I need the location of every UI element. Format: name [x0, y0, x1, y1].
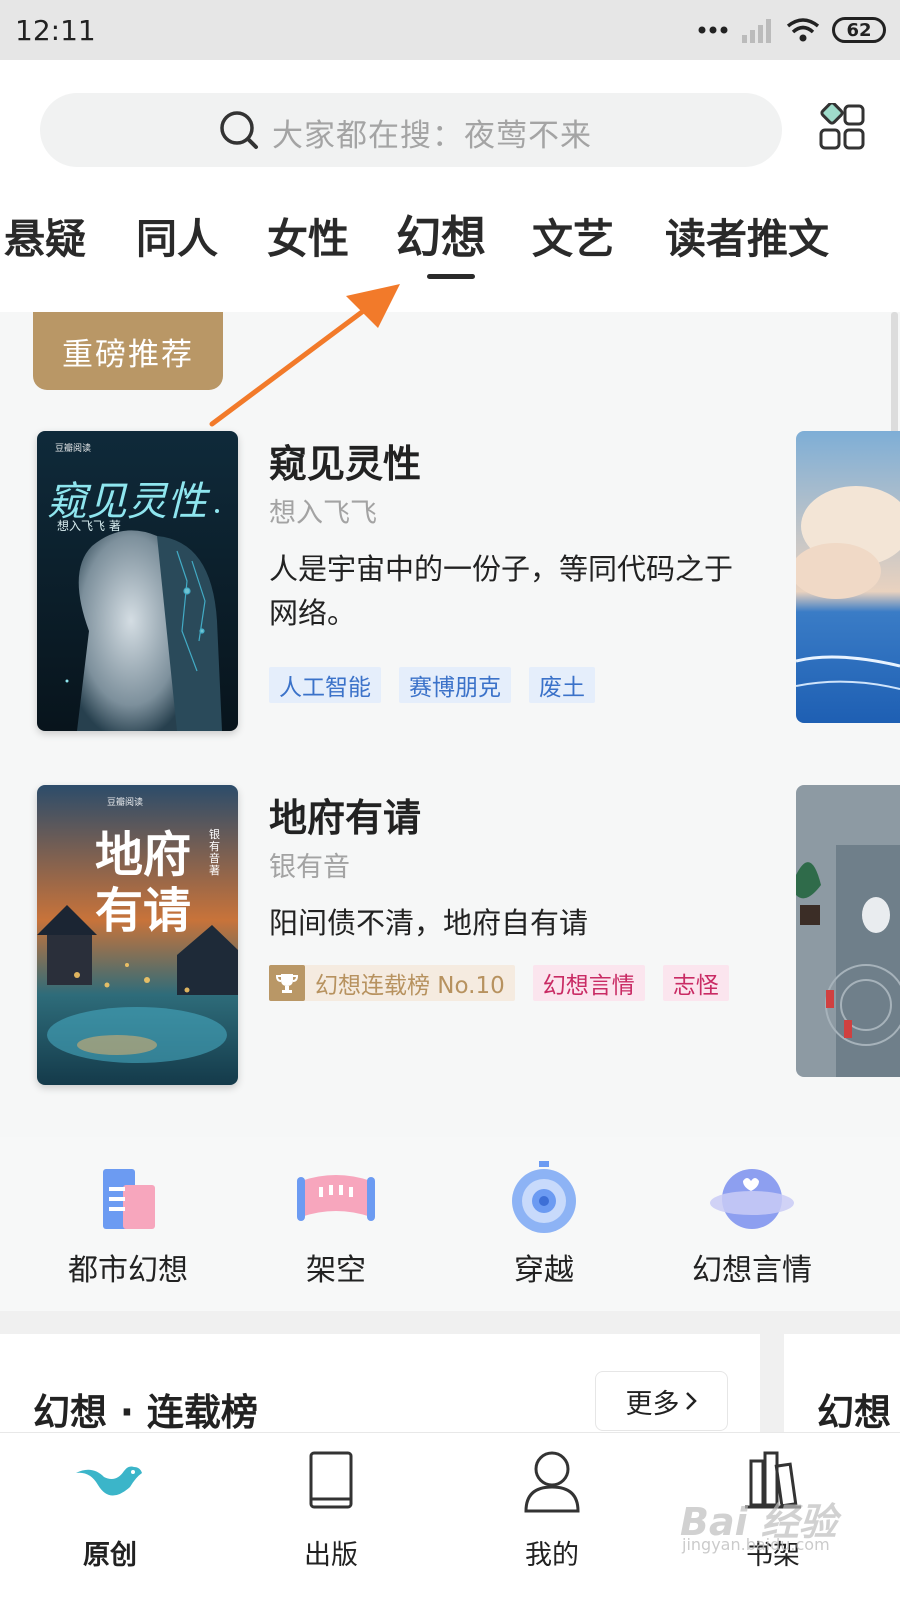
building-icon — [103, 1169, 155, 1229]
tab-fanfic[interactable]: 同人 — [136, 205, 218, 265]
planet-icon — [710, 1169, 794, 1229]
ranking-section: 幻想 · 连载榜 更多 幻想 — [0, 1311, 900, 1441]
cover-brand: 豆瓣阅读 — [55, 444, 92, 454]
bottom-nav: 原创 出版 我的 书架 Bai 经验 jingyan.baidu.com — [0, 1432, 900, 1600]
book-cover[interactable]: 豆瓣阅读 地府有请 银有音 著 — [37, 785, 238, 1085]
nav-label: 出版 — [304, 1540, 358, 1571]
tag[interactable]: 幻想言情 — [532, 965, 645, 1001]
category-label: 幻想言情 — [692, 1253, 812, 1288]
watermark: Bai 经验 jingyan.baidu.com — [680, 1491, 880, 1561]
category-urban-fantasy[interactable]: 都市幻想 — [28, 1159, 228, 1299]
category-label: 架空 — [306, 1253, 366, 1288]
status-icons: 62 — [698, 14, 886, 46]
nav-original[interactable]: 原创 — [20, 1447, 200, 1587]
book-author: 银有音 — [269, 852, 350, 883]
bird-icon — [76, 1466, 142, 1496]
tab-fantasy[interactable]: 幻想 — [396, 201, 486, 266]
next-book-cover[interactable] — [796, 785, 900, 1077]
book-icon — [309, 1451, 353, 1509]
tab-female[interactable]: 女性 — [267, 205, 349, 265]
book-card[interactable]: 豆瓣阅读 窥见灵性 想入飞飞 著 窥见灵性 想入飞飞 人是宇宙中的一份子，等同代… — [37, 431, 897, 731]
book-tags: 人工智能 赛博朋克 废土 — [269, 667, 595, 703]
battery-icon: 62 — [832, 17, 886, 43]
next-book-cover[interactable] — [796, 431, 900, 723]
wifi-icon — [786, 18, 820, 42]
book-tags: 幻想连载榜 No.10 幻想言情 志怪 — [269, 965, 729, 1001]
cover-brand: 豆瓣阅读 — [107, 798, 144, 808]
ranking-title-next: 幻想 — [817, 1391, 891, 1434]
next-cover-art — [796, 785, 900, 1077]
book-author: 想入飞飞 — [269, 498, 377, 529]
profile-icon — [524, 1451, 580, 1513]
portal-icon — [512, 1161, 576, 1233]
category-grid-icon[interactable] — [818, 103, 866, 151]
nav-mine[interactable]: 我的 — [462, 1447, 642, 1587]
status-bar: 12:11 62 — [0, 0, 900, 60]
next-cover-art — [796, 431, 900, 723]
trophy-icon — [269, 965, 305, 1001]
book-description: 阳间债不清，地府自有请 — [269, 906, 589, 940]
more-label: 更多 — [625, 1388, 680, 1420]
book-title[interactable]: 地府有请 — [269, 787, 421, 842]
search-placeholder: 大家都在搜：夜莺不来 — [272, 118, 592, 154]
watermark-sub: jingyan.baidu.com — [682, 1535, 830, 1554]
scroll-icon — [297, 1175, 375, 1221]
category-fantasy-romance[interactable]: 幻想言情 — [652, 1159, 852, 1299]
book-description: 人是宇宙中的一份子，等同代码之于网络。 — [269, 552, 734, 630]
featured-section: 重磅推荐 豆瓣阅读 窥见灵性 想入飞飞 著 窥见灵性 想入飞飞 人是宇宙中的一份… — [0, 312, 900, 1137]
chevron-right-icon — [685, 1392, 697, 1410]
header: 大家都在搜：夜莺不来 悬疑 同人 女性 幻想 文艺 读者推文 — [0, 60, 900, 312]
ranking-title: 幻想 · 连载榜 — [33, 1391, 258, 1434]
nav-label: 我的 — [525, 1540, 579, 1571]
category-label: 穿越 — [514, 1253, 574, 1288]
search-input[interactable]: 大家都在搜：夜莺不来 — [40, 93, 782, 167]
category-label: 都市幻想 — [68, 1253, 188, 1288]
ranking-card-next: 幻想 — [784, 1334, 900, 1441]
active-tab-indicator — [427, 274, 475, 279]
rank-badge[interactable]: 幻想连载榜 No.10 — [269, 965, 515, 1001]
status-time: 12:11 — [15, 14, 96, 47]
more-button[interactable]: 更多 — [595, 1371, 728, 1431]
rank-label: 幻想连载榜 No.10 — [315, 973, 505, 999]
search-icon — [220, 111, 258, 149]
cover-author: 想入飞飞 著 — [57, 519, 121, 533]
signal-icon — [742, 19, 771, 43]
category-time-travel[interactable]: 穿越 — [444, 1159, 644, 1299]
tab-literary[interactable]: 文艺 — [532, 205, 614, 265]
tab-suspense[interactable]: 悬疑 — [4, 205, 86, 265]
dots-icon — [698, 26, 728, 34]
cover-title: 地府有请 — [95, 827, 192, 939]
nav-label: 原创 — [83, 1540, 137, 1571]
tag[interactable]: 人工智能 — [269, 667, 381, 703]
category-shortcuts: 都市幻想 架空 穿越 幻想言情 — [0, 1137, 900, 1311]
featured-badge: 重磅推荐 — [33, 312, 223, 390]
book-card[interactable]: 豆瓣阅读 地府有请 银有音 著 地府有请 银有音 阳间债不清，地府自有请 幻想连… — [37, 785, 897, 1085]
category-alternate-history[interactable]: 架空 — [236, 1159, 436, 1299]
tag[interactable]: 废土 — [529, 667, 595, 703]
book-title[interactable]: 窥见灵性 — [269, 433, 421, 488]
tab-reader-picks[interactable]: 读者推文 — [665, 205, 829, 265]
nav-publish[interactable]: 出版 — [241, 1447, 421, 1587]
cover-author: 银有音 著 — [209, 828, 220, 877]
tag[interactable]: 赛博朋克 — [399, 667, 511, 703]
ranking-card: 幻想 · 连载榜 更多 — [0, 1334, 760, 1441]
tag[interactable]: 志怪 — [662, 965, 729, 1001]
category-tabs: 悬疑 同人 女性 幻想 文艺 读者推文 — [0, 205, 900, 285]
book-cover[interactable]: 豆瓣阅读 窥见灵性 想入飞飞 著 — [37, 431, 238, 731]
